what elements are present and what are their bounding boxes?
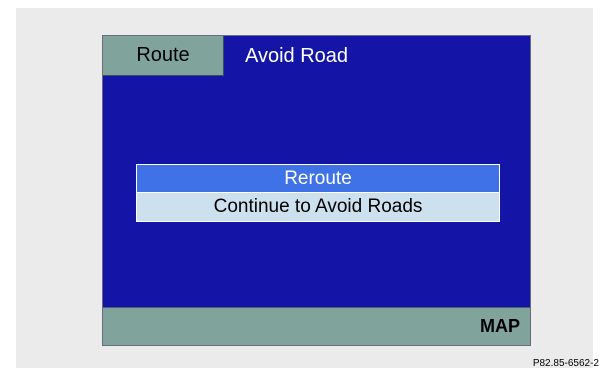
figure-id: P82.85-6562-2	[532, 358, 599, 369]
menu-item-reroute[interactable]: Reroute	[137, 165, 499, 193]
menu-item-label: Reroute	[284, 167, 352, 189]
route-tab[interactable]: Route	[103, 36, 224, 76]
route-tab-label: Route	[136, 44, 190, 66]
menu-item-label: Continue to Avoid Roads	[213, 196, 423, 217]
screen-title: Avoid Road	[245, 45, 349, 67]
navigation-screen: Route Avoid Road Reroute Continue to Avo…	[102, 35, 531, 346]
softkey-bar: MAP	[103, 307, 530, 345]
menu-item-continue-avoid-roads[interactable]: Continue to Avoid Roads	[137, 193, 499, 221]
map-softkey[interactable]: MAP	[480, 316, 520, 337]
options-menu: Reroute Continue to Avoid Roads	[136, 164, 500, 222]
